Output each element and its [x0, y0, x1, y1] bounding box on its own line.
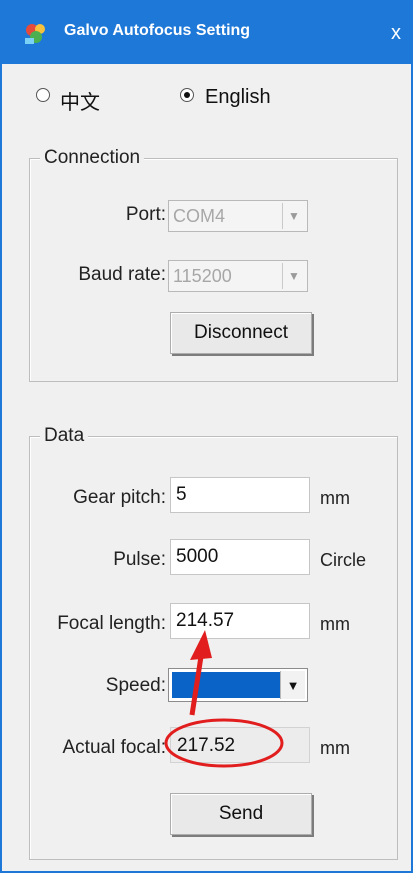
- autofocus-window: Galvo Autofocus Setting x 中文 English Con…: [0, 0, 413, 873]
- annotation-arrow-shaft: [189, 649, 205, 716]
- annotation-arrow-head: [190, 630, 212, 660]
- annotation-overlay: [164, 630, 284, 768]
- annotation-circle: [164, 718, 284, 768]
